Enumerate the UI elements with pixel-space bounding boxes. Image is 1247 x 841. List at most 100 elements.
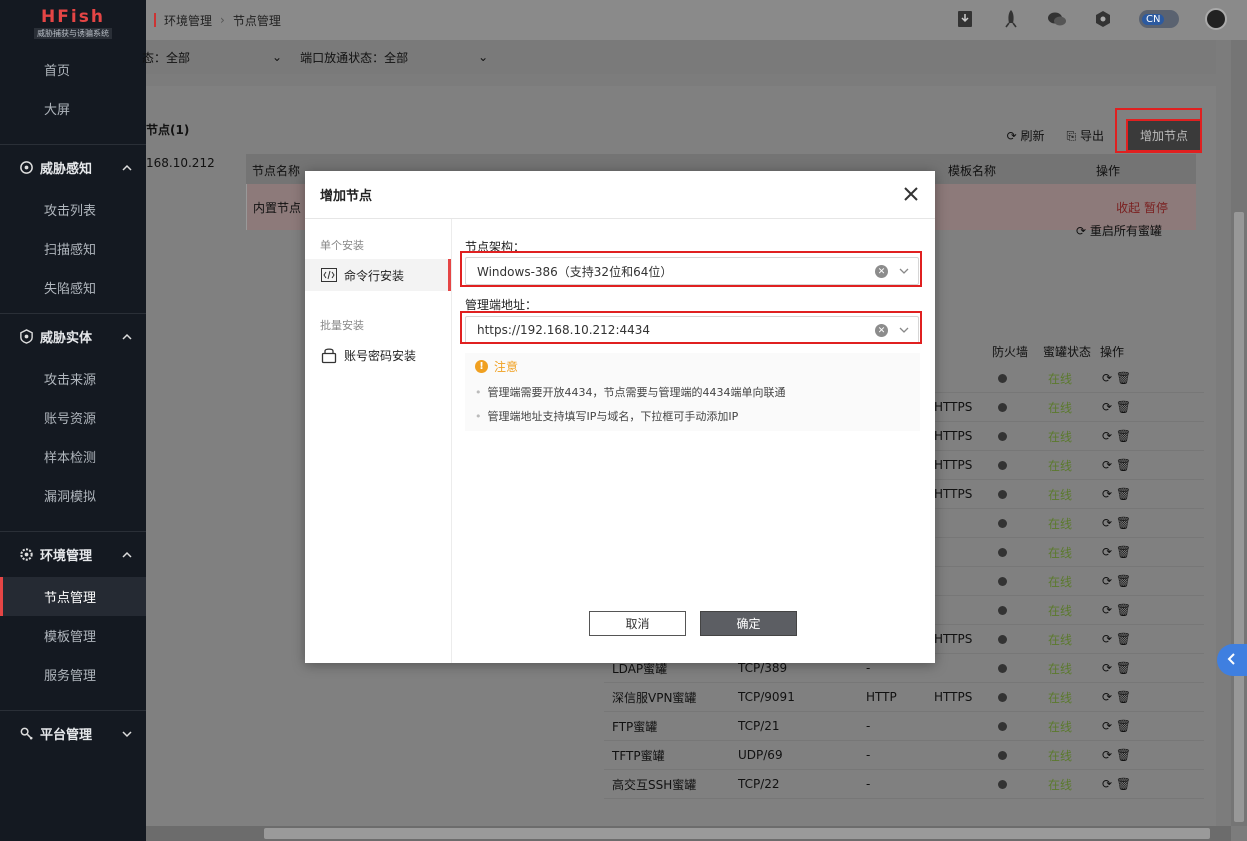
trash-icon[interactable]: 🗑 <box>1116 632 1131 646</box>
trash-icon[interactable]: 🗑 <box>1116 661 1131 675</box>
sidebar-item-compromise-perception[interactable]: 失陷感知 <box>0 268 146 307</box>
table-row[interactable]: TFTP蜜罐 UDP/69 - 在线 ⟳ 🗑 <box>604 741 1204 770</box>
row-actions[interactable]: ⟳ 🗑 <box>1102 458 1131 472</box>
sidebar-item-attack-list[interactable]: 攻击列表 <box>0 190 146 229</box>
language-toggle[interactable]: CN <box>1139 10 1179 28</box>
scroll-thumb[interactable] <box>264 828 1210 839</box>
trash-icon[interactable]: 🗑 <box>1116 400 1131 414</box>
row-actions[interactable]: ⟳ 🗑 <box>1102 719 1131 733</box>
trash-icon[interactable]: 🗑 <box>1116 487 1131 501</box>
restart-icon[interactable]: ⟳ <box>1102 545 1112 559</box>
refresh-button[interactable]: ⟳ 刷新 <box>1007 127 1045 144</box>
trash-icon[interactable]: 🗑 <box>1116 690 1131 704</box>
restart-icon[interactable]: ⟳ <box>1102 632 1112 646</box>
confirm-button[interactable]: 确定 <box>700 611 797 636</box>
sidebar-group-env-management[interactable]: 环境管理 <box>0 531 146 577</box>
row-actions[interactable]: ⟳ 🗑 <box>1102 777 1131 791</box>
trash-icon[interactable]: 🗑 <box>1116 458 1131 472</box>
scroll-thumb[interactable] <box>1234 212 1244 822</box>
row-actions[interactable]: ⟳ 🗑 <box>1102 400 1131 414</box>
row-actions[interactable]: ⟳ 🗑 <box>1102 487 1131 501</box>
chevron-down-icon: ⌄ <box>272 50 283 64</box>
service-protocol-secondary: HTTPS <box>934 429 973 443</box>
row-actions[interactable]: ⟳ 🗑 <box>1102 603 1131 617</box>
service-protocol-secondary: HTTPS <box>934 487 973 501</box>
restart-icon[interactable]: ⟳ <box>1102 400 1112 414</box>
restart-all-button[interactable]: ⟳ 重启所有蜜罐 <box>1076 222 1162 239</box>
row-actions[interactable]: ⟳ 🗑 <box>1102 429 1131 443</box>
sidebar-group-threat-entity[interactable]: 威胁实体 <box>0 313 146 359</box>
document-download-icon[interactable] <box>955 9 975 29</box>
sidebar-item-vuln-simulation[interactable]: 漏洞模拟 <box>0 476 146 515</box>
wechat-icon[interactable] <box>1047 9 1067 29</box>
trash-icon[interactable]: 🗑 <box>1116 777 1131 791</box>
trash-icon[interactable]: 🗑 <box>1116 371 1131 385</box>
restart-icon[interactable]: ⟳ <box>1102 603 1112 617</box>
shield-hex-icon[interactable] <box>1093 9 1113 29</box>
table-row[interactable]: 深信服VPN蜜罐 TCP/9091 HTTP HTTPS 在线 ⟳ 🗑 <box>604 683 1204 712</box>
export-button[interactable]: ⎘ 导出 <box>1067 127 1104 144</box>
cancel-button[interactable]: 取消 <box>589 611 686 636</box>
expand-panel-button[interactable] <box>1217 644 1247 676</box>
table-row[interactable]: 高交互SSH蜜罐 TCP/22 - 在线 ⟳ 🗑 <box>604 770 1204 799</box>
sidebar-group-label: 环境管理 <box>40 549 93 564</box>
highlight-box <box>460 311 922 344</box>
trash-icon[interactable]: 🗑 <box>1116 429 1131 443</box>
breadcrumb-item[interactable]: 环境管理 <box>164 12 212 29</box>
avatar[interactable] <box>1205 8 1227 30</box>
restart-icon[interactable]: ⟳ <box>1102 690 1112 704</box>
rocket-icon[interactable] <box>1001 9 1021 29</box>
port-status-filter[interactable]: 端口放通状态：全部 <box>300 49 408 66</box>
menu-item-password-install[interactable]: 账号密码安装 <box>305 339 451 371</box>
restart-icon[interactable]: ⟳ <box>1102 458 1112 472</box>
trash-icon[interactable]: 🗑 <box>1116 545 1131 559</box>
sidebar-item-home[interactable]: 首页 <box>0 50 146 89</box>
restart-icon[interactable]: ⟳ <box>1102 777 1112 791</box>
section-label: 单个安装 <box>320 239 364 252</box>
sidebar-group-platform-management[interactable]: 平台管理 <box>0 710 146 756</box>
sidebar-item-service-management[interactable]: 服务管理 <box>0 655 146 694</box>
restart-icon[interactable]: ⟳ <box>1102 719 1112 733</box>
row-actions[interactable]: ⟳ 🗑 <box>1102 748 1131 762</box>
service-protocol-secondary: HTTPS <box>934 690 973 704</box>
row-actions[interactable]: ⟳ 🗑 <box>1102 690 1131 704</box>
logo[interactable]: HFish 威胁捕获与诱骗系统 <box>0 0 146 46</box>
sidebar: HFish 威胁捕获与诱骗系统 首页 大屏 威胁感知 攻击列表 扫描感知 失陷感… <box>0 0 146 841</box>
status-filter[interactable]: 态：全部 <box>142 49 190 66</box>
restart-icon[interactable]: ⟳ <box>1102 516 1112 530</box>
horizontal-scrollbar[interactable] <box>146 826 1231 841</box>
sidebar-item-bigscreen[interactable]: 大屏 <box>0 89 146 128</box>
trash-icon[interactable]: 🗑 <box>1116 516 1131 530</box>
row-actions[interactable]: ⟳ 🗑 <box>1102 516 1131 530</box>
sidebar-item-template-management[interactable]: 模板管理 <box>0 616 146 655</box>
row-actions[interactable]: ⟳ 🗑 <box>1102 574 1131 588</box>
service-protocol: - <box>866 661 871 675</box>
column-header: 操作 <box>1100 345 1125 359</box>
row-actions[interactable]: ⟳ 🗑 <box>1102 632 1131 646</box>
close-icon[interactable] <box>901 184 921 204</box>
row-actions[interactable]: 收起 暂停 <box>1116 199 1168 216</box>
trash-icon[interactable]: 🗑 <box>1116 748 1131 762</box>
sidebar-item-attack-source[interactable]: 攻击来源 <box>0 359 146 398</box>
restart-icon[interactable]: ⟳ <box>1102 748 1112 762</box>
restart-icon[interactable]: ⟳ <box>1102 371 1112 385</box>
menu-item-cli-install[interactable]: 命令行安装 <box>305 259 451 291</box>
table-row[interactable]: FTP蜜罐 TCP/21 - 在线 ⟳ 🗑 <box>604 712 1204 741</box>
restart-icon[interactable]: ⟳ <box>1102 429 1112 443</box>
vertical-scrollbar[interactable] <box>1231 40 1247 826</box>
restart-icon[interactable]: ⟳ <box>1102 661 1112 675</box>
row-actions[interactable]: ⟳ 🗑 <box>1102 371 1131 385</box>
sidebar-item-sample-detection[interactable]: 样本检测 <box>0 437 146 476</box>
sidebar-item-account-resource[interactable]: 账号资源 <box>0 398 146 437</box>
row-actions[interactable]: ⟳ 🗑 <box>1102 661 1131 675</box>
restart-icon[interactable]: ⟳ <box>1102 574 1112 588</box>
status-badge: 在线 <box>1048 458 1073 473</box>
restart-icon[interactable]: ⟳ <box>1102 487 1112 501</box>
trash-icon[interactable]: 🗑 <box>1116 719 1131 733</box>
sidebar-item-node-management[interactable]: 节点管理 <box>0 577 146 616</box>
trash-icon[interactable]: 🗑 <box>1116 603 1131 617</box>
sidebar-group-threat-perception[interactable]: 威胁感知 <box>0 144 146 190</box>
trash-icon[interactable]: 🗑 <box>1116 574 1131 588</box>
sidebar-item-scan-perception[interactable]: 扫描感知 <box>0 229 146 268</box>
row-actions[interactable]: ⟳ 🗑 <box>1102 545 1131 559</box>
